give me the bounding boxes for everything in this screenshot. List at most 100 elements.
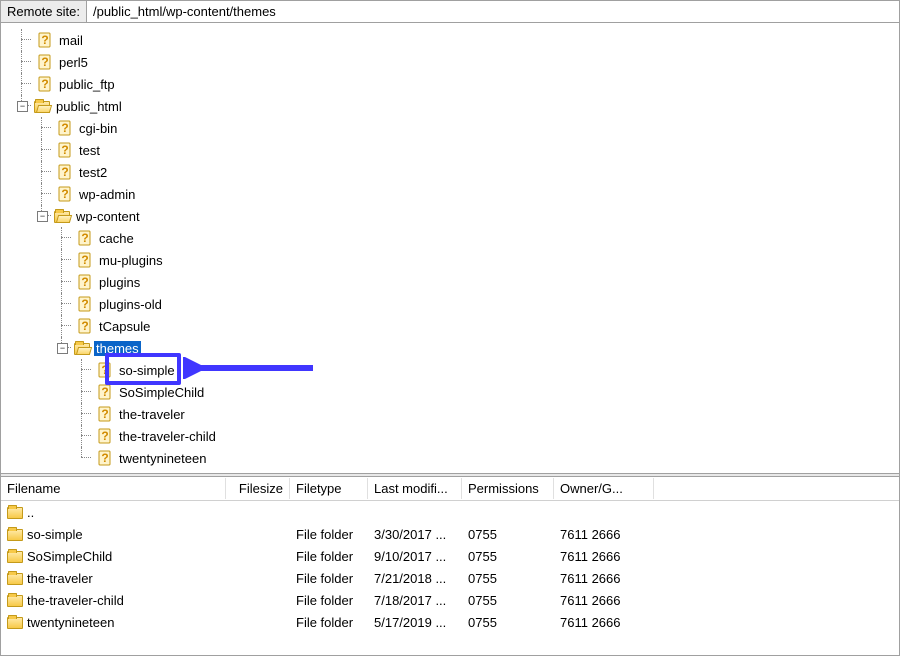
svg-text:?: ? [101,363,108,377]
svg-text:?: ? [41,77,48,91]
svg-text:?: ? [81,275,88,289]
tree-item[interactable]: ?SoSimpleChild [93,381,899,403]
svg-text:?: ? [61,165,68,179]
unknown-icon: ? [57,142,73,158]
col-filetype[interactable]: Filetype [290,478,368,499]
collapse-toggle[interactable]: − [57,343,68,354]
tree-item[interactable]: ? so-simple [93,359,899,381]
tree-item[interactable]: − public_html [33,95,899,117]
list-item-modified: 9/10/2017 ... [368,547,462,566]
col-modified[interactable]: Last modifi... [368,478,462,499]
tree-item-wp-content: − wp-content ?cache ?mu-plugins ?plugins… [33,205,899,469]
remote-label: Remote site: [1,1,87,22]
tree-item[interactable]: ? perl5 [33,51,899,73]
list-item-name: the-traveler [27,571,93,586]
list-item-type: File folder [290,569,368,588]
remote-tree-pane[interactable]: ? mail ? perl5 ? public_ftp [1,23,899,473]
tree-item-label: the-traveler [117,407,187,422]
list-item-size [226,532,290,536]
folder-open-icon [74,343,90,355]
unknown-icon: ? [37,32,53,48]
svg-text:?: ? [41,55,48,69]
folder-icon [7,573,23,585]
svg-text:?: ? [101,451,108,465]
remote-file-list[interactable]: Filename Filesize Filetype Last modifi..… [1,477,899,655]
col-owner[interactable]: Owner/G... [554,478,654,499]
list-item-type: File folder [290,613,368,632]
svg-text:?: ? [101,429,108,443]
tree-item[interactable]: ? wp-admin [53,183,899,205]
svg-text:?: ? [81,231,88,245]
tree-item-label: cache [97,231,136,246]
tree-item[interactable]: ? the-traveler [93,403,899,425]
unknown-icon: ? [77,230,93,246]
tree-item[interactable]: ? test2 [53,161,899,183]
svg-text:?: ? [61,121,68,135]
list-item-name: twentynineteen [27,615,114,630]
collapse-toggle[interactable]: − [37,211,48,222]
tree-item[interactable]: − themes [73,337,899,359]
unknown-icon: ? [97,406,113,422]
tree-item-label: plugins [97,275,142,290]
tree-item-label: wp-admin [77,187,137,202]
tree-item[interactable]: ? public_ftp [33,73,899,95]
col-filename[interactable]: Filename [1,478,226,499]
list-item-permissions: 0755 [462,569,554,588]
tree-item[interactable]: ? tCapsule [73,315,899,337]
remote-path-input[interactable] [87,1,899,22]
list-item-owner: 7611 2666 [554,525,654,544]
folder-icon [7,529,23,541]
folder-icon [7,617,23,629]
list-item[interactable]: SoSimpleChild File folder 9/10/2017 ... … [1,545,899,567]
tree-item-label: perl5 [57,55,90,70]
tree-item-label: twentynineteen [117,451,208,466]
list-item-type: File folder [290,547,368,566]
list-item-owner: 7611 2666 [554,591,654,610]
tree-item-label: test [77,143,102,158]
folder-open-icon [34,101,50,113]
tree-item[interactable]: ? mail [33,29,899,51]
tree-item-themes: − themes ?so-simple ?SoSimpleChild ?the-… [53,337,899,469]
ftp-remote-panel: Remote site: ? mail ? perl5 [0,0,900,656]
unknown-icon: ? [57,186,73,202]
unknown-icon: ? [77,252,93,268]
svg-text:?: ? [81,253,88,267]
list-item[interactable]: the-traveler File folder 7/21/2018 ... 0… [1,567,899,589]
list-item-size [226,598,290,602]
list-item-name: .. [27,505,34,520]
col-permissions[interactable]: Permissions [462,478,554,499]
folder-open-icon [54,211,70,223]
svg-text:?: ? [81,319,88,333]
list-item[interactable]: so-simple File folder 3/30/2017 ... 0755… [1,523,899,545]
svg-text:?: ? [101,385,108,399]
unknown-icon: ? [57,164,73,180]
unknown-icon: ? [97,362,113,378]
tree-item[interactable]: ? cache [73,227,899,249]
list-item-modified: 7/18/2017 ... [368,591,462,610]
list-item-name: the-traveler-child [27,593,124,608]
list-item-modified: 7/21/2018 ... [368,569,462,588]
tree-item[interactable]: ?plugins-old [73,293,899,315]
list-item-updir[interactable]: .. [1,501,899,523]
tree-item[interactable]: ?mu-plugins [73,249,899,271]
tree-item[interactable]: ?the-traveler-child [93,425,899,447]
tree-item-label: cgi-bin [77,121,119,136]
col-filesize[interactable]: Filesize [226,478,290,499]
unknown-icon: ? [97,384,113,400]
tree-item[interactable]: ? test [53,139,899,161]
tree-item-label: public_html [54,99,124,114]
list-header: Filename Filesize Filetype Last modifi..… [1,477,899,501]
tree-item[interactable]: ? plugins [73,271,899,293]
tree-item[interactable]: ? cgi-bin [53,117,899,139]
remote-path-bar: Remote site: [1,1,899,23]
tree-item[interactable]: ? twentynineteen [93,447,899,469]
svg-text:?: ? [101,407,108,421]
tree-item-label: test2 [77,165,109,180]
list-item[interactable]: twentynineteen File folder 5/17/2019 ...… [1,611,899,633]
list-item-size [226,620,290,624]
tree-item[interactable]: − wp-content [53,205,899,227]
tree-item-label: so-simple [117,363,177,378]
list-item[interactable]: the-traveler-child File folder 7/18/2017… [1,589,899,611]
tree-item-label: tCapsule [97,319,152,334]
collapse-toggle[interactable]: − [17,101,28,112]
